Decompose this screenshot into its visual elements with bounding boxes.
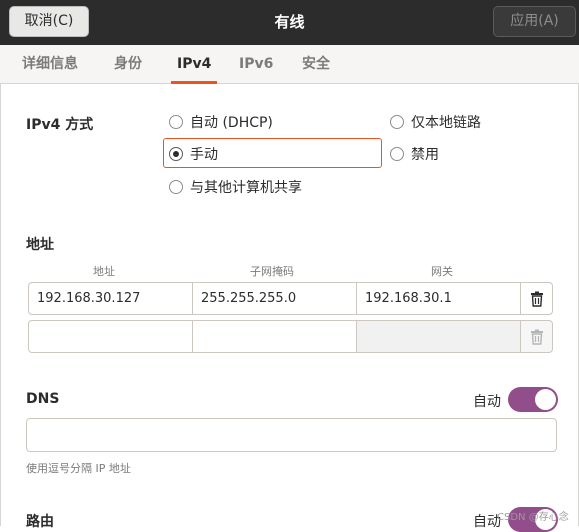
tab-security[interactable]: 安全 bbox=[302, 45, 330, 83]
column-header-gateway: 网关 bbox=[431, 265, 453, 278]
address-input-empty[interactable] bbox=[28, 320, 193, 353]
tab-ipv4[interactable]: IPv4 bbox=[170, 45, 218, 84]
radio-shared-label: 与其他计算机共享 bbox=[190, 180, 302, 196]
switch-knob bbox=[535, 389, 556, 410]
tab-details[interactable]: 详细信息 bbox=[22, 45, 78, 83]
radio-circle bbox=[390, 147, 404, 161]
watermark: CSDN @存心念 bbox=[497, 512, 569, 523]
radio-circle bbox=[169, 180, 183, 194]
header-bar: 有线 取消(C) 应用(A) bbox=[0, 0, 579, 45]
netmask-input-empty[interactable] bbox=[192, 320, 357, 353]
column-header-address: 地址 bbox=[93, 265, 115, 278]
dns-hint: 使用逗号分隔 IP 地址 bbox=[26, 462, 131, 475]
column-header-netmask: 子网掩码 bbox=[250, 265, 294, 278]
radio-dhcp[interactable]: 自动 (DHCP) bbox=[169, 111, 273, 133]
radio-dhcp-label: 自动 (DHCP) bbox=[190, 115, 273, 131]
dns-label: DNS bbox=[26, 391, 60, 407]
dns-auto-switch[interactable] bbox=[508, 387, 558, 412]
gateway-input-empty bbox=[356, 320, 521, 353]
ipv4-method-label: IPv4 方式 bbox=[26, 117, 94, 133]
radio-link-local-label: 仅本地链路 bbox=[411, 115, 481, 131]
radio-circle-checked bbox=[169, 147, 183, 161]
dns-auto-label: 自动 bbox=[473, 394, 501, 410]
dns-input[interactable] bbox=[26, 418, 557, 452]
radio-link-local[interactable]: 仅本地链路 bbox=[390, 111, 481, 133]
addresses-label: 地址 bbox=[26, 237, 54, 253]
radio-circle bbox=[390, 115, 404, 129]
address-input[interactable]: 192.168.30.127 bbox=[28, 282, 193, 315]
radio-manual[interactable]: 手动 bbox=[169, 143, 218, 165]
gateway-input[interactable]: 192.168.30.1 bbox=[356, 282, 521, 315]
tab-identity[interactable]: 身份 bbox=[114, 45, 142, 83]
radio-shared[interactable]: 与其他计算机共享 bbox=[169, 176, 302, 198]
routes-label: 路由 bbox=[26, 514, 54, 530]
cancel-button[interactable]: 取消(C) bbox=[9, 6, 89, 37]
netmask-input[interactable]: 255.255.255.0 bbox=[192, 282, 357, 315]
radio-disabled[interactable]: 禁用 bbox=[390, 143, 439, 165]
radio-manual-label: 手动 bbox=[190, 147, 218, 163]
radio-circle bbox=[169, 115, 183, 129]
tab-bar: 详细信息 身份 IPv4 IPv6 安全 bbox=[0, 45, 579, 84]
delete-row-button-disabled bbox=[520, 320, 553, 353]
apply-button[interactable]: 应用(A) bbox=[493, 6, 576, 37]
delete-row-button[interactable] bbox=[520, 282, 553, 315]
trash-icon bbox=[530, 329, 543, 345]
tab-ipv6[interactable]: IPv6 bbox=[239, 45, 273, 83]
trash-icon bbox=[530, 291, 543, 307]
radio-disabled-label: 禁用 bbox=[411, 147, 439, 163]
left-border bbox=[0, 83, 1, 526]
